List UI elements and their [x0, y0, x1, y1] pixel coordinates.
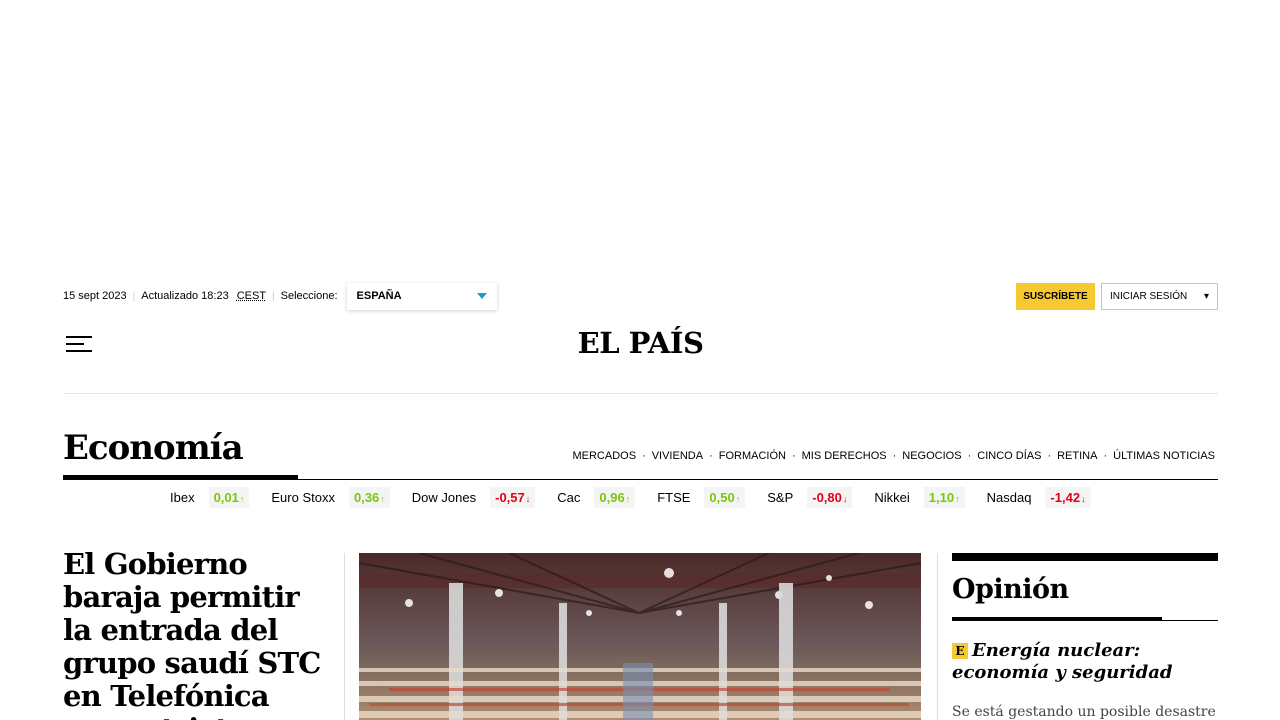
ticker-name: FTSE [657, 489, 691, 505]
section-subnav: MERCADOS · VIVIENDA · FORMACIÓN · MIS DERECHOS… [572, 450, 1215, 462]
arrow-down-icon: ↓ [842, 493, 848, 504]
ticker-item[interactable]: Euro Stoxx 0,36↑ [271, 486, 390, 508]
ticker-value-text: 0,96 [599, 489, 625, 505]
edition-select-label: Seleccione: [280, 290, 338, 302]
opinion-top-bar [952, 553, 1218, 561]
ticker-item[interactable]: S&P -0,80↓ [767, 486, 853, 508]
ticker-value: -0,57↓ [490, 486, 536, 508]
ticker-value-text: 1,10 [928, 489, 955, 505]
section-header: Economía MERCADOS · VIVIENDA · FORMACIÓN · MIS… [63, 428, 1218, 480]
ticker-value: -0,80↓ [807, 486, 853, 508]
arrow-up-icon: ↑ [625, 493, 631, 504]
account-actions: SUSCRÍBETE INICIAR SESIÓN ▾ [1016, 282, 1218, 310]
login-button[interactable]: INICIAR SESIÓN ▾ [1101, 282, 1218, 310]
logo[interactable]: EL PAÍS [63, 326, 1218, 360]
ticker-item[interactable]: Ibex 0,01↑ [170, 486, 250, 508]
nav-separator: · [709, 450, 713, 462]
ticker-item[interactable]: Nasdaq -1,42↓ [986, 486, 1091, 508]
subnav-item-cinco-días[interactable]: CINCO DÍAS [977, 450, 1041, 462]
ticker-value-text: -0,57 [495, 489, 525, 505]
date: 15 sept 2023 [63, 290, 127, 302]
ticker-value: 0,96↑ [594, 486, 636, 508]
arrow-up-icon: ↑ [239, 493, 245, 504]
login-label: INICIAR SESIÓN [1110, 290, 1188, 302]
subnav-item-negocios[interactable]: NEGOCIOS [902, 450, 961, 462]
opinion-title[interactable]: Opinión [952, 574, 1069, 605]
page: 15 sept 2023 | Actualizado 18:23 CEST | … [0, 0, 1280, 720]
column-divider [937, 553, 938, 720]
ticker-value: 1,10↑ [923, 486, 965, 508]
ticker-value: 0,36↑ [348, 486, 390, 508]
edition-select[interactable]: ESPAÑA [347, 283, 497, 310]
edition-value: ESPAÑA [356, 290, 402, 302]
subnav-item-mis-derechos[interactable]: MIS DERECHOS [802, 450, 887, 462]
separator: | [272, 290, 275, 302]
arrow-down-icon: ↓ [1081, 493, 1086, 504]
ticker-value-text: 0,01 [213, 489, 239, 505]
ticker-value: -1,42↓ [1045, 486, 1091, 508]
subnav-item-mercados[interactable]: MERCADOS [572, 450, 636, 462]
nav-separator: · [892, 450, 897, 462]
arrow-up-icon: ↑ [735, 493, 741, 504]
timezone: CEST [236, 290, 267, 302]
lead-headline[interactable]: El Gobierno baraja permitir la entrada d… [63, 548, 333, 720]
masthead: EL PAÍS [63, 322, 1218, 394]
ticker-name: Nasdaq [986, 489, 1032, 505]
opinion-underline [952, 617, 1218, 621]
opinion-headline-text: Energía nuclear: economía y seguridad [952, 640, 1173, 683]
top-bar: 15 sept 2023 | Actualizado 18:23 CEST | … [63, 282, 1218, 310]
ticker-value: 0,50↑ [704, 486, 746, 508]
ticker-name: Dow Jones [411, 489, 477, 505]
ticker-item[interactable]: Cac 0,96↑ [557, 486, 636, 508]
ticker-value-text: 0,36 [353, 489, 380, 505]
ticker-name: Cac [557, 489, 581, 505]
section-title[interactable]: Economía [63, 428, 244, 468]
market-tickers: Ibex 0,01↑ Euro Stoxx 0,36↑ Dow Jones -0,57↓ C… [170, 484, 1113, 510]
nav-separator: · [967, 450, 972, 462]
ticker-name: S&P [767, 489, 794, 505]
ticker-name: Ibex [170, 489, 195, 505]
ticker-item[interactable]: Nikkei 1,10↑ [874, 486, 965, 508]
ticker-value-text: -1,42 [1050, 489, 1081, 505]
nav-separator: · [1103, 450, 1108, 462]
subnav-item-vivienda[interactable]: VIVIENDA [652, 450, 703, 462]
subnav-item-retina[interactable]: RETINA [1057, 450, 1097, 462]
ticker-item[interactable]: FTSE 0,50↑ [657, 486, 746, 508]
ticker-value: 0,01↑ [208, 486, 250, 508]
ticker-name: Euro Stoxx [271, 489, 335, 505]
separator: | [132, 290, 136, 302]
arrow-up-icon: ↑ [955, 493, 960, 504]
caret-down-icon [476, 293, 487, 299]
arrow-up-icon: ↑ [380, 493, 385, 504]
ticker-value-text: -0,80 [812, 489, 842, 505]
editorial-badge-icon: E [952, 643, 968, 659]
nav-separator: · [642, 450, 646, 462]
subnav-item-últimas-noticias[interactable]: ÚLTIMAS NOTICIAS [1113, 450, 1215, 462]
updated-time: Actualizado 18:23 [141, 290, 229, 302]
chevron-down-icon: ▾ [1203, 290, 1209, 302]
ticker-value-text: 0,50 [709, 489, 735, 505]
subscribe-button[interactable]: SUSCRÍBETE [1016, 282, 1095, 310]
lead-photo[interactable] [359, 553, 921, 720]
arrow-down-icon: ↓ [525, 493, 531, 504]
lead-photo-image [359, 553, 921, 720]
opinion-excerpt: Se está gestando un posible desastre a [952, 704, 1216, 720]
opinion-headline[interactable]: E Energía nuclear: economía y seguridad [952, 640, 1222, 684]
nav-separator: · [1047, 450, 1052, 462]
column-divider [344, 553, 345, 720]
nav-separator: · [791, 450, 796, 462]
ticker-name: Nikkei [874, 489, 910, 505]
section-underline [63, 475, 298, 480]
ad-space [0, 0, 1280, 270]
ticker-item[interactable]: Dow Jones -0,57↓ [411, 486, 536, 508]
subnav-item-formación[interactable]: FORMACIÓN [719, 450, 786, 462]
